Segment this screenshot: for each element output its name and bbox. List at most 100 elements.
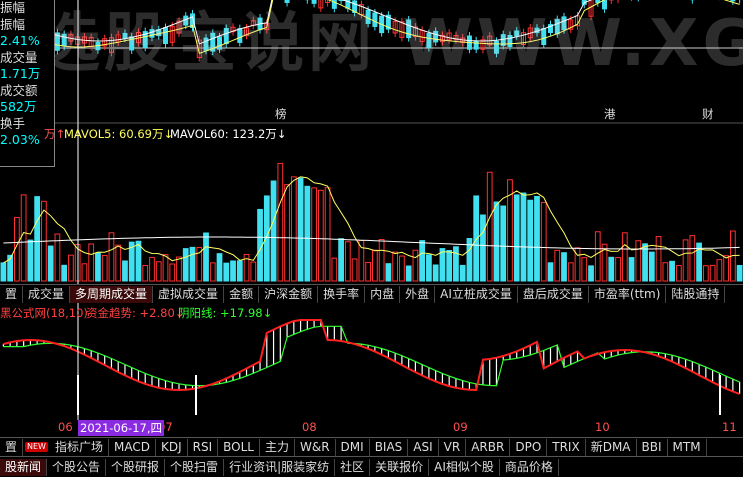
news-tab-5[interactable]: 社区	[335, 458, 371, 476]
volume-bar	[716, 259, 723, 282]
volume-bar	[594, 231, 601, 282]
volume-tab-2[interactable]: 多周期成交量	[70, 285, 154, 303]
x-axis-label-09: 09	[453, 420, 468, 434]
volume-indicator-tabbar: 置成交量 多周期成交量 虚拟成交量 金额 沪深金额 换手率 内盘 外盘 AI立桩成交量 盘后成交量…	[0, 284, 743, 303]
volume-bar	[304, 185, 311, 282]
volume-tab-8[interactable]: 外盘	[400, 285, 436, 303]
volume-bar	[439, 248, 446, 282]
news-tab-8[interactable]: 商品价格	[500, 458, 559, 476]
indicator-tab-8[interactable]: W&R	[295, 438, 336, 456]
volume-bar	[608, 256, 615, 282]
volume-bar	[27, 239, 34, 282]
volume-bar	[405, 265, 412, 282]
volume-bar	[493, 201, 500, 282]
indicator-tab-11[interactable]: ASI	[408, 438, 439, 456]
news-tab-2[interactable]: 个股研报	[106, 458, 166, 476]
volume-bar	[95, 252, 101, 282]
indicator-tab-1[interactable]: NEW	[25, 442, 48, 452]
indicator-tab-15[interactable]: TRIX	[547, 438, 586, 456]
volume-bar	[270, 180, 277, 282]
volume-tab-4[interactable]: 金额	[224, 285, 260, 303]
indicator-tab-17[interactable]: BBI	[637, 438, 668, 456]
volume-bar	[277, 162, 284, 282]
indicator-tab-9[interactable]: DMI	[336, 438, 370, 456]
volume-tab-10[interactable]: 盘后成交量	[518, 285, 589, 303]
watermark: 选股宝说网 WWW.XG	[36, 7, 743, 81]
volume-tab-11[interactable]: 市盈率(ttm)	[589, 285, 667, 303]
indicator-tab-12[interactable]: VR	[439, 438, 467, 456]
volume-bar	[216, 253, 223, 282]
volume-bar	[459, 264, 466, 282]
info-panel-row: 成交额	[0, 82, 38, 98]
indicator-tab-2[interactable]: 指标广场	[50, 438, 109, 456]
news-tab-3[interactable]: 个股扫雷	[165, 458, 225, 476]
volume-bar	[88, 243, 95, 282]
indicator-tab-14[interactable]: DPO	[510, 438, 548, 456]
volume-tab-12[interactable]: 陆股通持	[666, 285, 726, 303]
volume-bar	[351, 258, 358, 282]
volume-bar	[446, 249, 453, 282]
volume-bar	[257, 208, 263, 282]
volume-tab-1[interactable]: 成交量	[23, 285, 71, 303]
volume-bar	[621, 232, 628, 282]
info-panel-row: 振幅	[0, 0, 26, 15]
indicator-tab-3[interactable]: MACD	[109, 438, 156, 456]
volume-bar	[412, 249, 419, 282]
fund-trend-line	[3, 319, 740, 395]
volume-tab-9[interactable]: AI立桩成交量	[435, 285, 518, 303]
volume-tab-5[interactable]: 沪深金额	[259, 285, 319, 303]
news-tab-7[interactable]: AI相似个股	[429, 458, 500, 476]
volume-bar	[635, 240, 642, 282]
volume-bar	[135, 240, 142, 282]
indicator-name-label: 黑公式网(18,10)	[0, 306, 88, 320]
volume-bar	[81, 263, 88, 282]
volume-bar	[223, 262, 230, 282]
volume-bar	[344, 241, 351, 282]
indicator-tab-10[interactable]: BIAS	[370, 438, 409, 456]
price-marker-gang[interactable]: 港	[604, 106, 616, 122]
price-marker-cai[interactable]: 财	[702, 106, 714, 122]
volume-bar	[736, 265, 743, 282]
volume-tab-3[interactable]: 虚拟成交量	[153, 285, 225, 303]
news-tab-4[interactable]: 行业资讯|服装家纺	[224, 458, 336, 476]
indicator-tab-16[interactable]: 新DMA	[586, 438, 637, 456]
volume-bar	[648, 251, 655, 282]
indicator-tab-4[interactable]: KDJ	[156, 438, 188, 456]
volume-bar	[500, 205, 507, 282]
volume-bar	[263, 195, 270, 282]
indicator-tab-18[interactable]: MTM	[668, 438, 707, 456]
volume-unit-label: 万↑	[44, 127, 66, 141]
indicator-tab-0[interactable]: 置	[0, 438, 24, 456]
news-tab-0[interactable]: 股新闻	[0, 458, 48, 476]
volume-bar	[561, 252, 567, 282]
volume-bar	[182, 248, 189, 282]
volume-bar	[662, 262, 669, 282]
volume-bar	[547, 262, 554, 282]
info-panel-row: 582万	[0, 99, 37, 114]
volume-bar	[567, 262, 574, 282]
news-tab-6[interactable]: 关联报价	[370, 458, 430, 476]
indicator-tab-5[interactable]: RSI	[188, 438, 219, 456]
indicator-tab-13[interactable]: ARBR	[466, 438, 511, 456]
volume-tab-0[interactable]: 置	[0, 285, 24, 303]
volume-bar	[101, 255, 108, 282]
volume-bar	[115, 244, 122, 282]
volume-bar	[615, 257, 621, 282]
news-tabbar: 股新闻 个股公告 个股研报 个股扫雷 行业资讯|服装家纺 社区 关联报价 AI相似个股 商品价格	[0, 456, 743, 477]
mavol60-label: MAVOL60: 123.2万↓	[170, 127, 287, 141]
volume-bar	[155, 261, 162, 282]
volume-bar	[20, 194, 27, 282]
indicator-tab-7[interactable]: 主力	[260, 438, 295, 456]
volume-tab-6[interactable]: 换手率	[318, 285, 366, 303]
volume-bar	[709, 264, 716, 282]
volume-tab-7[interactable]: 内盘	[365, 285, 401, 303]
mavol5-label: MAVOL5: 60.69万↓	[64, 127, 174, 141]
price-marker-bang[interactable]: 榜	[275, 106, 287, 122]
volume-bar	[311, 187, 317, 282]
volume-bar	[675, 265, 682, 282]
indicator-tab-6[interactable]: BOLL	[218, 438, 260, 456]
news-tab-1[interactable]: 个股公告	[47, 458, 107, 476]
volume-bar	[540, 201, 547, 282]
volume-bar	[378, 239, 385, 282]
volume-bar	[203, 232, 209, 282]
